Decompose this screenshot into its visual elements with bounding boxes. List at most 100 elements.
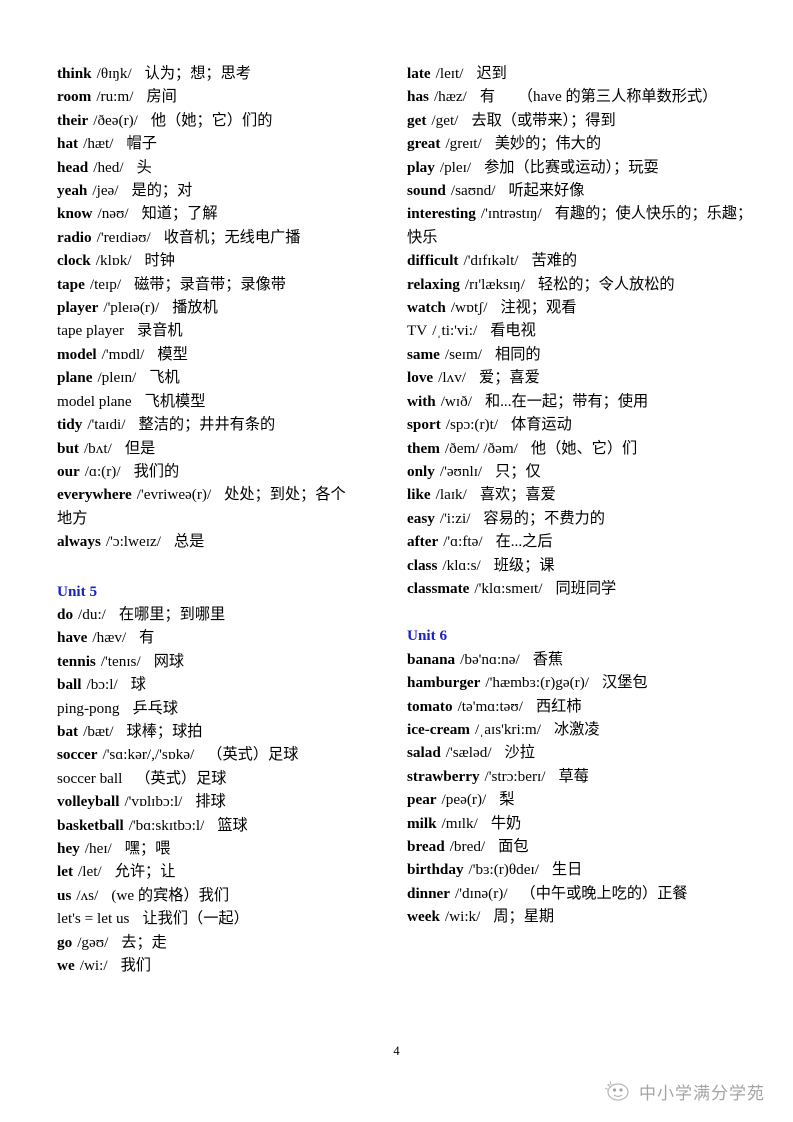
entry-phonetic: /'tenɪs/ xyxy=(100,652,141,670)
entry-meaning: 但是 xyxy=(124,439,156,457)
vocabulary-entry: late/leɪt/迟到 xyxy=(407,62,753,85)
entry-phonetic: /'bɜ:(r)θdeɪ/ xyxy=(468,861,539,879)
entry-phonetic: /'dɪfɪkəlt/ xyxy=(463,252,519,270)
entry-phonetic: /'pleɪə(r)/ xyxy=(103,299,160,317)
entry-meaning: 草莓 xyxy=(558,767,589,785)
entry-meaning: 注视；观看 xyxy=(500,299,577,317)
entry-phonetic: /jeə/ xyxy=(92,182,119,200)
entry-meaning: 时钟 xyxy=(144,252,175,270)
entry-word: TV xyxy=(407,322,428,340)
entry-phonetic: /saʊnd/ xyxy=(450,182,496,200)
entry-word: but xyxy=(57,439,79,457)
entry-meaning: 球棒；球拍 xyxy=(126,722,203,740)
vocabulary-entry: tape/teɪp/磁带；录音带；录像带 xyxy=(57,273,346,296)
entry-word: play xyxy=(407,158,435,176)
entry-meaning: 他（她、它）们 xyxy=(530,439,638,457)
entry-phonetic: /hæz/ xyxy=(433,88,467,106)
entry-meaning: (we 的宾格）我们 xyxy=(111,886,230,904)
entry-meaning: 周；星期 xyxy=(493,908,555,926)
unit-heading-6: Unit 6 xyxy=(407,627,448,645)
entry-meaning: 他（她；它）们的 xyxy=(150,111,273,129)
entry-word: tape player xyxy=(57,322,125,340)
entry-meaning: 磁带；录音带；录像带 xyxy=(134,275,286,293)
entry-meaning: 房间 xyxy=(146,88,177,106)
entry-word: pear xyxy=(407,791,437,809)
vocabulary-entry: like/laɪk/喜欢；喜爱 xyxy=(407,483,753,506)
entry-meaning: 播放机 xyxy=(172,299,218,317)
entry-meaning: 认为；想；思考 xyxy=(144,65,251,82)
entry-phonetic: /'ɑ:ftə/ xyxy=(443,533,483,551)
entry-phonetic: /'reɪdiəʊ/ xyxy=(96,228,151,246)
entry-word: ice-cream xyxy=(407,720,470,738)
entry-phonetic: /gəʊ/ xyxy=(77,933,109,951)
entry-meaning: 牛奶 xyxy=(490,814,522,832)
entry-meaning: 去取（或带来）；得到 xyxy=(471,111,616,129)
entry-phonetic: /wi:k/ xyxy=(444,908,481,926)
vocabulary-entry: radio/'reɪdiəʊ/收音机；无线电广播 xyxy=(57,226,346,249)
entry-word: radio xyxy=(57,228,92,246)
vocabulary-entry: them/ðem/ /ðəm/他（她、它）们 xyxy=(407,437,753,460)
entry-word: think xyxy=(57,65,92,82)
entry-meaning: 飞机模型 xyxy=(144,392,206,410)
entry-word: sound xyxy=(407,182,446,200)
left-column: think/θɪŋk/认为；想；思考 room/ru:m/房间 their/ðeə(… xyxy=(0,62,352,977)
entry-phonetic: /'ɔ:lweɪz/ xyxy=(105,533,161,551)
entry-word: salad xyxy=(407,744,441,762)
entry-meaning: 嘿；喂 xyxy=(124,840,171,857)
vocabulary-entry: great/greɪt/美妙的；伟大的 xyxy=(407,132,753,155)
entry-meaning: （英式）足球 xyxy=(135,769,227,787)
entry-word: go xyxy=(57,933,73,951)
vocabulary-entry: play/pleɪ/参加（比赛或运动）；玩耍 xyxy=(407,156,753,179)
left-column-entries-top: think/θɪŋk/认为；想；思考 room/ru:m/房间 their/ðeə(… xyxy=(57,62,346,554)
entry-word: have xyxy=(57,629,88,647)
vocabulary-entry: us/ʌs/ (we 的宾格）我们 xyxy=(57,884,346,907)
entry-meaning: 容易的；不费力的 xyxy=(483,509,605,527)
entry-meaning: 是的；对 xyxy=(131,182,193,200)
entry-meaning: 喜欢；喜爱 xyxy=(479,486,556,504)
entry-meaning: 总是 xyxy=(173,533,205,551)
vocabulary-entry: model plane 飞机模型 xyxy=(57,390,346,413)
vocabulary-entry: yeah/jeə/是的；对 xyxy=(57,179,346,202)
entry-phonetic: /ðeə(r)/ xyxy=(93,111,138,129)
entry-word: banana xyxy=(407,650,456,668)
entry-meaning: 梨 xyxy=(499,791,515,809)
entry-word: hey xyxy=(57,840,80,857)
entry-word: let's = let us xyxy=(57,910,130,928)
entry-word: watch xyxy=(407,299,446,317)
entry-meaning: 轻松的；令人放松的 xyxy=(537,275,675,293)
entry-phonetic: /θɪŋk/ xyxy=(96,65,132,82)
entry-phonetic: /tə'mɑ:təʊ/ xyxy=(457,697,523,715)
cartoon-face-icon xyxy=(602,1078,632,1104)
entry-word: love xyxy=(407,369,434,387)
entry-meaning: 体育运动 xyxy=(511,416,572,434)
entry-meaning: 西红柿 xyxy=(535,697,582,715)
entry-phonetic: /ru:m/ xyxy=(96,88,134,106)
right-column-entries-top: late/leɪt/迟到 has/hæz/有 （have 的第三人称单数形式） ge… xyxy=(407,62,753,600)
entry-meaning: 整洁的；井井有条的 xyxy=(138,416,276,434)
entry-meaning: 迟到 xyxy=(476,65,507,82)
vocabulary-entry: watch/wɒtʃ/注视；观看 xyxy=(407,296,753,319)
vocabulary-entry: dinner/'dɪnə(r)/ （中午或晚上吃的）正餐 xyxy=(407,882,753,905)
vocabulary-entry: after/'ɑ:ftə/在...之后 xyxy=(407,530,753,553)
entry-word: do xyxy=(57,605,74,623)
entry-meaning: 美妙的；伟大的 xyxy=(494,135,602,153)
vocabulary-entry: salad/'sæləd/沙拉 xyxy=(407,741,753,764)
entry-phonetic: /rɪ'læksɪŋ/ xyxy=(464,275,525,293)
vocabulary-entry: player/'pleɪə(r)/ 播放机 xyxy=(57,296,346,319)
entry-word: interesting xyxy=(407,205,476,223)
vocabulary-entry: strawberry/'strɔ:berɪ/草莓 xyxy=(407,765,753,788)
vocabulary-entry: get/get/去取（或带来）；得到 xyxy=(407,109,753,132)
entry-phonetic: /lʌv/ xyxy=(438,369,467,387)
entry-phonetic: /spɔ:(r)t/ xyxy=(445,416,499,434)
vocabulary-entry: but/bʌt/但是 xyxy=(57,437,346,460)
vocabulary-entry: basketball/'bɑ:skɪtbɔ:l/篮球 xyxy=(57,814,346,837)
entry-phonetic: /hæv/ xyxy=(92,629,127,647)
vocabulary-entry: interesting/'ɪntrəstɪŋ/有趣的；使人快乐的；乐趣；快乐 xyxy=(407,202,753,249)
vocabulary-entry: everywhere/'evriweə(r)/处处；到处；各个地方 xyxy=(57,483,346,530)
entry-phonetic: /bred/ xyxy=(449,838,486,855)
vocabulary-entry: classmate/'klɑ:smeɪt/同班同学 xyxy=(407,577,753,600)
entry-phonetic: /bə'nɑ:nə/ xyxy=(460,650,520,668)
entry-word: model xyxy=(57,345,97,363)
vocabulary-entry: let's = let us 让我们（一起） xyxy=(57,907,346,930)
entry-word: us xyxy=(57,886,72,904)
